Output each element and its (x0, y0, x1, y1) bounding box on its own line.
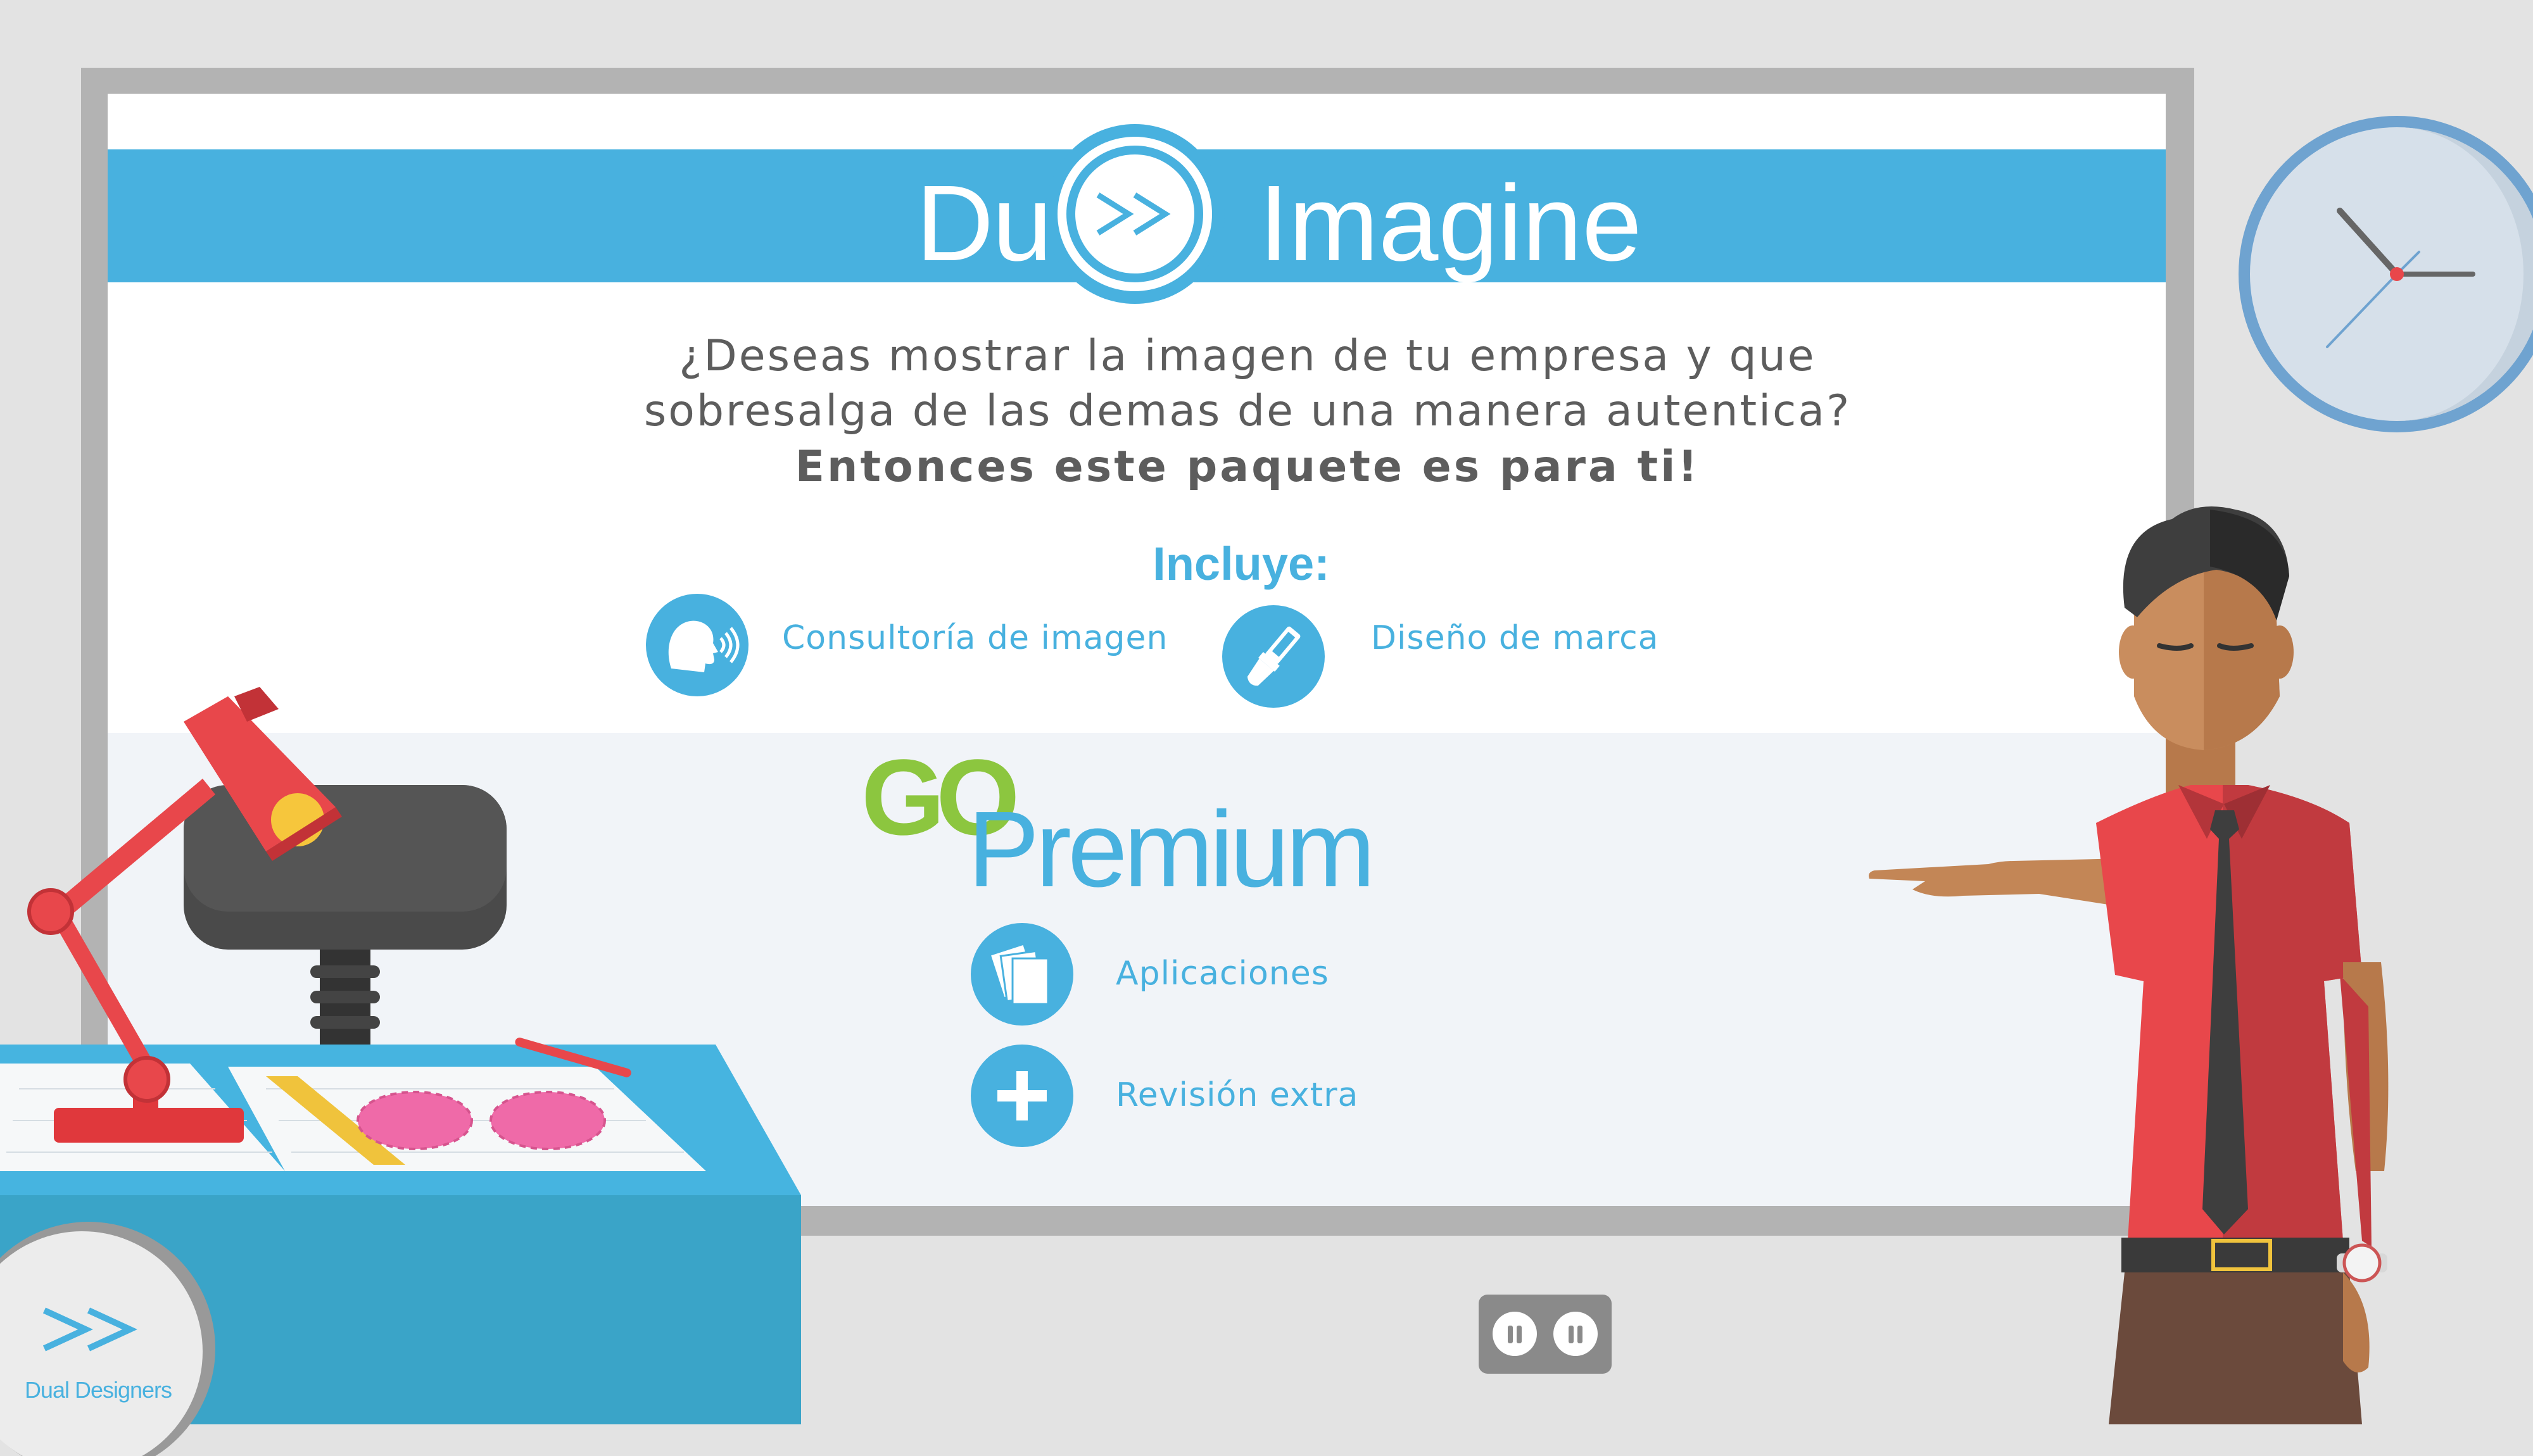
presenter-character (1869, 506, 2389, 1424)
include-label-consultoria: Consultoría de imagen (782, 619, 1168, 657)
includes-title: Incluye: (1153, 537, 1330, 590)
corner-logo-text: Dual Designers (24, 1377, 172, 1403)
intro-line-2: sobresalga de las demas de una manera au… (643, 386, 1852, 436)
premium-label-revision: Revisión extra (1116, 1076, 1359, 1114)
double-chevron-right-icon (1045, 124, 1225, 304)
pause-icon (1553, 1312, 1598, 1356)
intro-line-1: ¿Deseas mostrar la imagen de tu empresa … (679, 331, 1816, 381)
premium-label-aplicaciones: Aplicaciones (1116, 955, 1329, 993)
dual-designers-logo (0, 1222, 215, 1456)
cards-icon (971, 923, 1073, 1026)
brand-imagine-text: Imagine (1259, 163, 1642, 284)
pause-icon (1493, 1312, 1537, 1356)
pause-button[interactable] (1479, 1295, 1612, 1374)
logo-premium-text: Premium (968, 789, 1372, 898)
speaking-head-icon (646, 594, 749, 696)
plus-icon (971, 1045, 1073, 1147)
go-premium-logo: GO Premium (861, 752, 1375, 898)
intro-line-3: Entonces este paquete es para ti! (795, 442, 1700, 492)
wall-clock-icon (2239, 116, 2533, 432)
paintbrush-icon (1222, 605, 1325, 708)
